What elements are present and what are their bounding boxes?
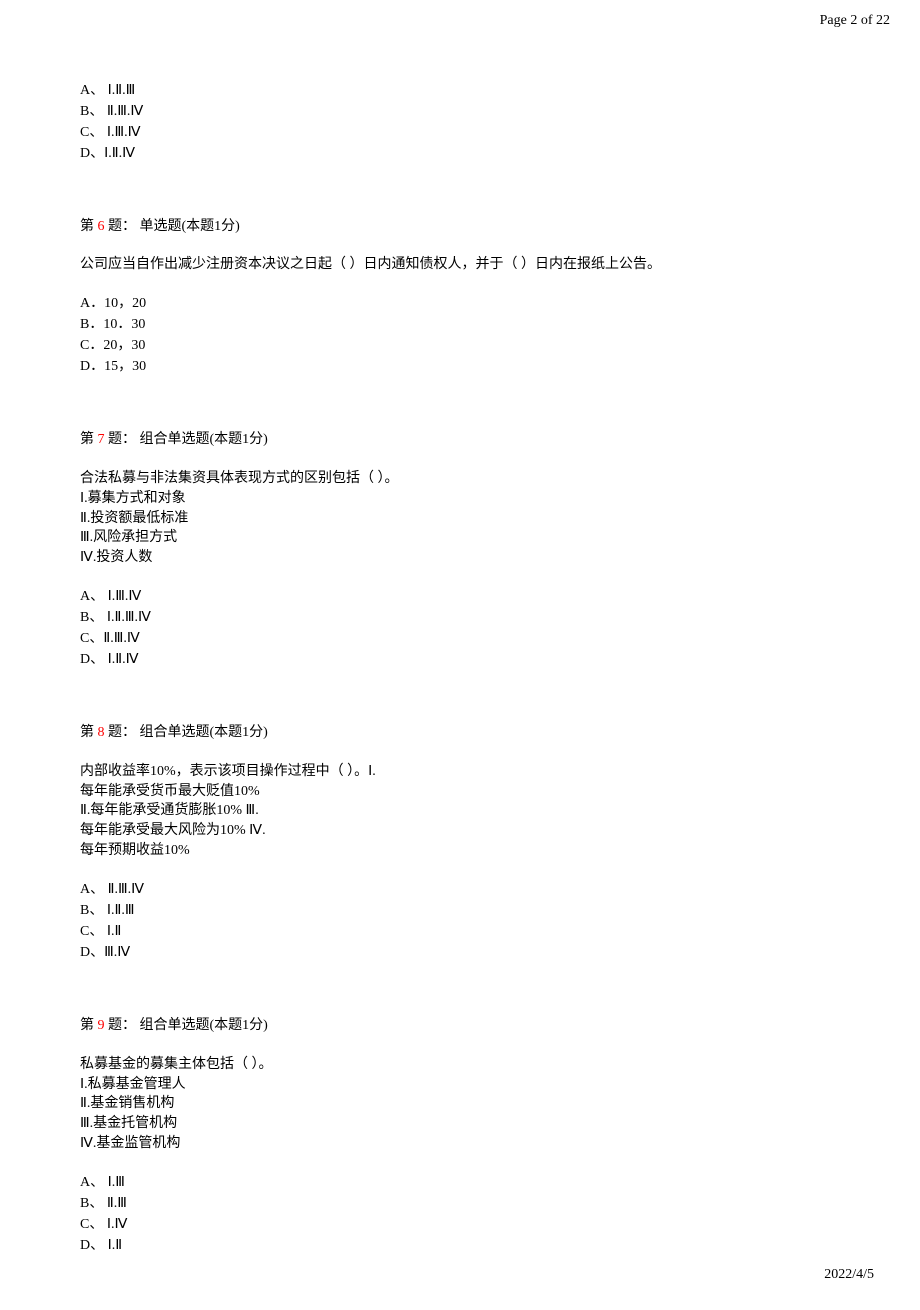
stem-line: Ⅱ.基金销售机构: [80, 1095, 840, 1114]
stem-line: Ⅰ.私募基金管理人: [80, 1076, 840, 1095]
option-a: A、 Ⅰ.Ⅲ.Ⅳ: [80, 588, 840, 607]
stem-line: Ⅱ.投资额最低标准: [80, 510, 840, 529]
q-prefix: 第: [80, 1018, 98, 1033]
page-footer: 2022/4/5: [824, 1266, 874, 1285]
option-a: A．10，20: [80, 295, 840, 314]
option-d: D．15，30: [80, 358, 840, 377]
question-stem: 合法私募与非法集资具体表现方式的区别包括（ ）。 Ⅰ.募集方式和对象 Ⅱ.投资额…: [80, 470, 840, 568]
q-prefix: 第: [80, 725, 98, 740]
option-b: B、 Ⅱ.Ⅲ.Ⅳ: [80, 103, 840, 122]
q-prefix: 第: [80, 219, 98, 234]
option-a: A、 Ⅰ.Ⅲ: [80, 1174, 840, 1193]
q-number: 6: [98, 219, 105, 234]
option-a: A、 Ⅰ.Ⅱ.Ⅲ: [80, 82, 840, 101]
stem-line: 内部收益率10%，表示该项目操作过程中（ ）。Ⅰ.: [80, 763, 840, 782]
question-header: 第 7 题： 组合单选题(本题1分): [80, 431, 840, 450]
question-stem: 私募基金的募集主体包括（ ）。 Ⅰ.私募基金管理人 Ⅱ.基金销售机构 Ⅲ.基金托…: [80, 1056, 840, 1154]
prev-question-options: A、 Ⅰ.Ⅱ.Ⅲ B、 Ⅱ.Ⅲ.Ⅳ C、 Ⅰ.Ⅲ.Ⅳ D、Ⅰ.Ⅱ.Ⅳ: [80, 82, 840, 164]
q-number: 7: [98, 432, 105, 447]
stem-line: Ⅱ.每年能承受通货膨胀10% Ⅲ.: [80, 802, 840, 821]
option-a: A、 Ⅱ.Ⅲ.Ⅳ: [80, 881, 840, 900]
question-options: A、 Ⅱ.Ⅲ.Ⅳ B、 Ⅰ.Ⅱ.Ⅲ C、 Ⅰ.Ⅱ D、Ⅲ.Ⅳ: [80, 881, 840, 963]
option-b: B、 Ⅱ.Ⅲ: [80, 1195, 840, 1214]
q-number: 8: [98, 725, 105, 740]
option-b: B．10．30: [80, 316, 840, 335]
stem-line: Ⅳ.投资人数: [80, 549, 840, 568]
question-8: 第 8 题： 组合单选题(本题1分) 内部收益率10%，表示该项目操作过程中（ …: [80, 724, 840, 963]
option-d: D、Ⅰ.Ⅱ.Ⅳ: [80, 145, 840, 164]
option-c: C、 Ⅰ.Ⅱ: [80, 923, 840, 942]
stem-line: 私募基金的募集主体包括（ ）。: [80, 1056, 840, 1075]
stem-line: 每年预期收益10%: [80, 842, 840, 861]
question-options: A、 Ⅰ.Ⅲ.Ⅳ B、 Ⅰ.Ⅱ.Ⅲ.Ⅳ C、Ⅱ.Ⅲ.Ⅳ D、 Ⅰ.Ⅱ.Ⅳ: [80, 588, 840, 670]
option-c: C．20，30: [80, 337, 840, 356]
footer-date: 2022/4/5: [824, 1267, 874, 1282]
question-stem: 内部收益率10%，表示该项目操作过程中（ ）。Ⅰ. 每年能承受货币最大贬值10%…: [80, 763, 840, 861]
stem-line: Ⅳ.基金监管机构: [80, 1135, 840, 1154]
question-header: 第 8 题： 组合单选题(本题1分): [80, 724, 840, 743]
question-7: 第 7 题： 组合单选题(本题1分) 合法私募与非法集资具体表现方式的区别包括（…: [80, 431, 840, 670]
option-c: C、 Ⅰ.Ⅳ: [80, 1216, 840, 1235]
stem-line: 合法私募与非法集资具体表现方式的区别包括（ ）。: [80, 470, 840, 489]
stem-line: Ⅲ.风险承担方式: [80, 529, 840, 548]
q-type: 题： 组合单选题(本题1分): [105, 1018, 268, 1033]
q-type: 题： 单选题(本题1分): [105, 219, 240, 234]
option-c: C、 Ⅰ.Ⅲ.Ⅳ: [80, 124, 840, 143]
option-b: B、 Ⅰ.Ⅱ.Ⅲ: [80, 902, 840, 921]
stem-line: 每年能承受货币最大贬值10%: [80, 783, 840, 802]
question-header: 第 9 题： 组合单选题(本题1分): [80, 1017, 840, 1036]
option-d: D、 Ⅰ.Ⅱ: [80, 1237, 840, 1256]
q-number: 9: [98, 1018, 105, 1033]
option-c: C、Ⅱ.Ⅲ.Ⅳ: [80, 630, 840, 649]
option-d: D、 Ⅰ.Ⅱ.Ⅳ: [80, 651, 840, 670]
q-prefix: 第: [80, 432, 98, 447]
question-header: 第 6 题： 单选题(本题1分): [80, 218, 840, 237]
page-header: Page 2 of 22: [820, 12, 890, 31]
question-options: A．10，20 B．10．30 C．20，30 D．15，30: [80, 295, 840, 377]
question-9: 第 9 题： 组合单选题(本题1分) 私募基金的募集主体包括（ ）。 Ⅰ.私募基…: [80, 1017, 840, 1256]
option-b: B、 Ⅰ.Ⅱ.Ⅲ.Ⅳ: [80, 609, 840, 628]
stem-line: Ⅲ.基金托管机构: [80, 1115, 840, 1134]
q-type: 题： 组合单选题(本题1分): [105, 432, 268, 447]
option-d: D、Ⅲ.Ⅳ: [80, 944, 840, 963]
stem-line: 每年能承受最大风险为10% Ⅳ.: [80, 822, 840, 841]
page-content: A、 Ⅰ.Ⅱ.Ⅲ B、 Ⅱ.Ⅲ.Ⅳ C、 Ⅰ.Ⅲ.Ⅳ D、Ⅰ.Ⅱ.Ⅳ 第 6 题…: [80, 82, 840, 1310]
question-stem: 公司应当自作出减少注册资本决议之日起（ ）日内通知债权人，并于（ ）日内在报纸上…: [80, 256, 840, 275]
stem-line: Ⅰ.募集方式和对象: [80, 490, 840, 509]
q-type: 题： 组合单选题(本题1分): [105, 725, 268, 740]
question-6: 第 6 题： 单选题(本题1分) 公司应当自作出减少注册资本决议之日起（ ）日内…: [80, 218, 840, 377]
question-options: A、 Ⅰ.Ⅲ B、 Ⅱ.Ⅲ C、 Ⅰ.Ⅳ D、 Ⅰ.Ⅱ: [80, 1174, 840, 1256]
page-number: Page 2 of 22: [820, 13, 890, 28]
